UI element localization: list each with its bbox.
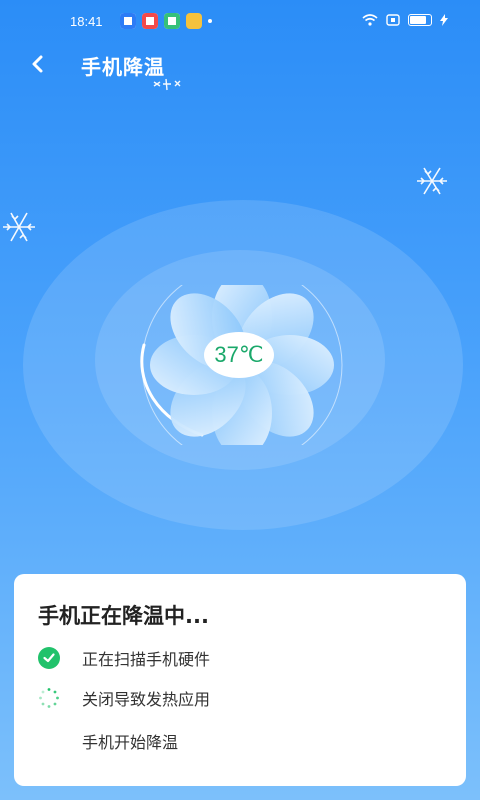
more-notifications-icon — [208, 19, 212, 23]
battery-icon — [408, 14, 432, 26]
loading-spinner-icon — [39, 688, 59, 708]
wifi-icon — [362, 14, 378, 26]
snowflake-icon — [153, 78, 181, 91]
step-label: 正在扫描手机硬件 — [82, 650, 211, 669]
step-label: 关闭导致发热应用 — [82, 690, 211, 709]
step-label: 手机开始降温 — [82, 733, 179, 752]
app-notification-icon — [120, 13, 136, 29]
step-item: 关闭导致发热应用 — [38, 686, 210, 710]
charging-icon — [440, 14, 448, 26]
step-item: 正在扫描手机硬件 — [38, 646, 210, 670]
notification-icons — [120, 13, 212, 29]
snowflake-icon — [3, 212, 35, 242]
temperature-readout: 37℃ — [204, 332, 274, 378]
app-notification-icon — [186, 13, 202, 29]
step-item: 手机开始降温 — [38, 729, 178, 753]
snowflake-icon — [417, 167, 447, 195]
status-time: 18:41 — [70, 14, 103, 29]
chevron-left-icon — [32, 55, 43, 73]
system-status-icons — [362, 14, 448, 26]
back-button[interactable] — [22, 48, 54, 80]
card-title: 手机正在降温中... — [38, 604, 209, 628]
step-placeholder — [38, 730, 60, 752]
cooling-progress-card: 手机正在降温中... 正在扫描手机硬件 关闭导致发热应用 手机开始降温 — [14, 574, 466, 786]
sim-icon — [386, 14, 400, 26]
nav-bar: 手机降温 — [0, 44, 480, 84]
status-bar: 18:41 — [0, 0, 480, 44]
check-icon — [38, 647, 60, 669]
app-notification-icon — [164, 13, 180, 29]
app-notification-icon — [142, 13, 158, 29]
